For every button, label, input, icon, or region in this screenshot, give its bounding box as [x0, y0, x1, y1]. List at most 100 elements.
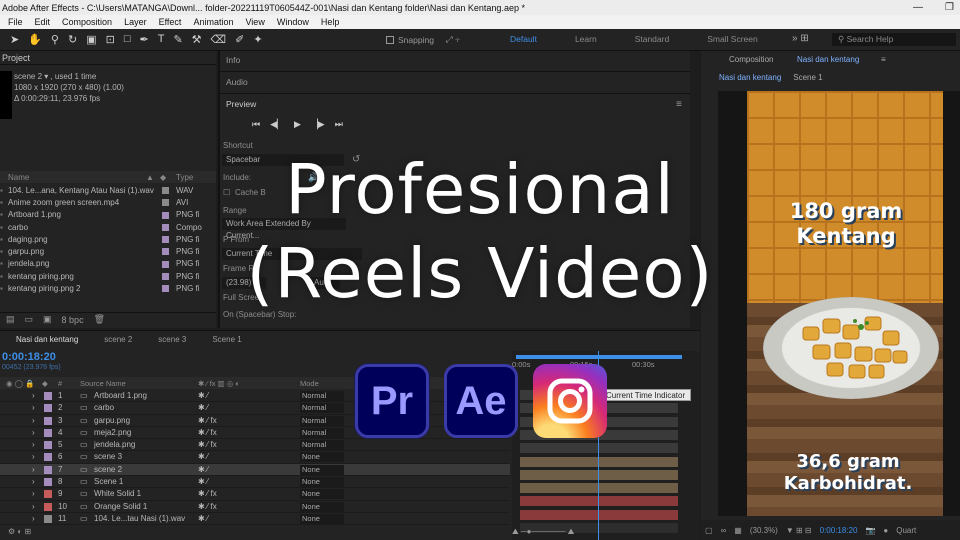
layer-switches-icon[interactable]: ✱ ⁄ — [198, 477, 208, 486]
layer-duration-bar[interactable] — [520, 443, 678, 454]
layer-name[interactable]: jendela.png — [94, 440, 135, 449]
layer-mode-dropdown[interactable]: None — [300, 513, 344, 524]
layer-mode-dropdown[interactable]: None — [300, 489, 344, 500]
layer-mode-dropdown[interactable]: Normal — [300, 403, 344, 414]
timeline-tab-scene-1[interactable]: Scene 1 — [196, 333, 251, 347]
layer-name[interactable]: Scene 1 — [94, 477, 123, 486]
layer-switches-icon[interactable]: ✱ ⁄ fx — [198, 502, 217, 511]
layer-duration-bar[interactable] — [520, 509, 678, 520]
layer-mode-dropdown[interactable]: None — [300, 477, 344, 488]
pan-behind-tool-icon[interactable]: ⊡ — [106, 33, 115, 46]
visibility-col-icon[interactable]: ◉ ◯ 🔒 — [6, 379, 34, 388]
workspace-more-icon[interactable]: » ⊞ — [792, 33, 809, 44]
preview-tab[interactable]: Preview — [226, 99, 256, 109]
layer-mode-dropdown[interactable]: Normal — [300, 415, 344, 426]
fit-icon[interactable]: ▼ ⊞ ⊟ — [786, 526, 812, 535]
layer-duration-bar[interactable] — [520, 469, 678, 480]
roto-brush-tool-icon[interactable]: ✐ — [235, 33, 244, 46]
camera-tool-icon[interactable]: ▣ — [86, 33, 96, 46]
layer-label-color[interactable] — [44, 453, 52, 462]
clone-stamp-tool-icon[interactable]: ⚒ — [192, 33, 202, 46]
comp-tab-nasi-dan-kentang[interactable]: Nasi dan kentang — [719, 73, 781, 82]
minimize-button[interactable]: — — [913, 2, 923, 13]
layer-switches-icon[interactable]: ✱ ⁄ — [198, 465, 208, 474]
puppet-pin-tool-icon[interactable]: ✦ — [253, 33, 262, 46]
workspace-standard[interactable]: Standard — [635, 34, 670, 44]
expand-arrow-icon[interactable]: › — [32, 416, 35, 425]
bpc-label[interactable]: 8 bpc — [62, 315, 84, 325]
layer-label-color[interactable] — [44, 502, 52, 511]
source-name-header[interactable]: Source Name — [80, 379, 126, 388]
layer-switches-icon[interactable]: ✱ ⁄ fx — [198, 416, 217, 425]
workspace-small-screen[interactable]: Small Screen — [707, 34, 758, 44]
timeline-tab-scene-2[interactable]: scene 2 — [88, 333, 142, 347]
layer-duration-bar[interactable] — [520, 456, 678, 467]
layer-label-color[interactable] — [44, 428, 52, 437]
layer-label-color[interactable] — [44, 404, 52, 413]
type-tool-icon[interactable]: T — [158, 33, 165, 46]
expand-arrow-icon[interactable]: › — [32, 391, 35, 400]
audio-tab[interactable]: Audio — [226, 77, 248, 87]
render-icon[interactable]: ▢ — [705, 526, 713, 535]
mask-icon[interactable]: ▦ — [734, 526, 742, 535]
layer-label-color[interactable] — [44, 392, 52, 400]
menu-animation[interactable]: Animation — [193, 17, 233, 27]
expand-arrow-icon[interactable]: › — [32, 514, 35, 523]
number-col-icon[interactable]: # — [58, 379, 62, 388]
layer-mode-dropdown[interactable]: None — [300, 464, 344, 475]
toggle-switches-icon[interactable]: ⚙ ◐ ⊞ — [8, 527, 31, 536]
layer-name[interactable]: scene 3 — [94, 452, 122, 461]
layer-mode-dropdown[interactable]: Normal — [300, 391, 344, 401]
label-col-icon[interactable]: ◆ — [42, 379, 48, 388]
expand-arrow-icon[interactable]: › — [32, 489, 35, 498]
layer-switches-icon[interactable]: ✱ ⁄ — [198, 391, 208, 400]
selection-tool-icon[interactable]: ➤ — [10, 33, 19, 46]
pen-tool-icon[interactable]: ✒ — [139, 33, 148, 46]
restore-button[interactable]: ❐ — [945, 2, 954, 13]
workspace-default[interactable]: Default — [510, 34, 537, 44]
layer-switches-icon[interactable]: ✱ ⁄ fx — [198, 440, 217, 449]
timeline-timecode[interactable]: 0:00:18:20 — [2, 351, 56, 363]
layer-duration-bar[interactable] — [520, 496, 678, 507]
menu-edit[interactable]: Edit — [35, 17, 51, 27]
channel-icon[interactable]: ● — [883, 526, 888, 535]
layer-switches-icon[interactable]: ✱ ⁄ — [198, 452, 208, 461]
menu-effect[interactable]: Effect — [159, 17, 182, 27]
layer-name[interactable]: meja2.png — [94, 428, 131, 437]
rectangle-tool-icon[interactable]: □ — [124, 33, 131, 46]
rotate-tool-icon[interactable]: ↻ — [68, 33, 77, 46]
layer-mode-dropdown[interactable]: Normal — [300, 427, 344, 438]
timeline-layer[interactable]: › 5 ▭ jendela.png ✱ ⁄ fx Normal — [0, 439, 510, 452]
layer-switches-icon[interactable]: ✱ ⁄ — [198, 403, 208, 412]
info-tab[interactable]: Info — [226, 55, 240, 65]
layer-name[interactable]: Orange Solid 1 — [94, 502, 147, 511]
quality-dropdown[interactable]: Quart — [896, 526, 916, 535]
timeline-layer[interactable]: › 8 ▭ Scene 1 ✱ ⁄ None — [0, 476, 510, 489]
layer-switches-icon[interactable]: ✱ ⁄ — [198, 514, 208, 523]
expand-arrow-icon[interactable]: › — [32, 428, 35, 437]
workspace-learn[interactable]: Learn — [575, 34, 597, 44]
layer-switches-icon[interactable]: ✱ ⁄ fx — [198, 428, 217, 437]
timeline-tab-scene-3[interactable]: scene 3 — [142, 333, 196, 347]
layer-name[interactable]: 104. Le...tau Nasi (1).wav — [94, 514, 185, 523]
expand-arrow-icon[interactable]: › — [32, 477, 35, 486]
project-panel-title[interactable]: Project — [0, 51, 216, 65]
play-icon[interactable]: ▶ — [294, 119, 301, 130]
zoom-level[interactable]: (30.3%) — [750, 526, 778, 535]
next-frame-icon[interactable]: ▕▶ — [311, 119, 325, 130]
work-area-bar[interactable] — [516, 355, 682, 359]
menu-file[interactable]: File — [8, 17, 23, 27]
panel-menu-icon[interactable]: ≡ — [676, 99, 682, 110]
layer-mode-dropdown[interactable]: None — [300, 452, 344, 463]
snapping-checkbox[interactable] — [386, 35, 394, 44]
expand-arrow-icon[interactable]: › — [32, 465, 35, 474]
menu-composition[interactable]: Composition — [62, 17, 112, 27]
glasses-icon[interactable]: ∞ — [721, 526, 727, 535]
layer-label-color[interactable] — [44, 478, 52, 487]
menu-layer[interactable]: Layer — [124, 17, 147, 27]
comp-timecode[interactable]: 0:00:18:20 — [820, 526, 858, 535]
menu-view[interactable]: View — [245, 17, 264, 27]
expand-arrow-icon[interactable]: › — [32, 502, 35, 511]
layer-name[interactable]: scene 2 — [94, 465, 122, 474]
layer-name[interactable]: White Solid 1 — [94, 489, 141, 498]
